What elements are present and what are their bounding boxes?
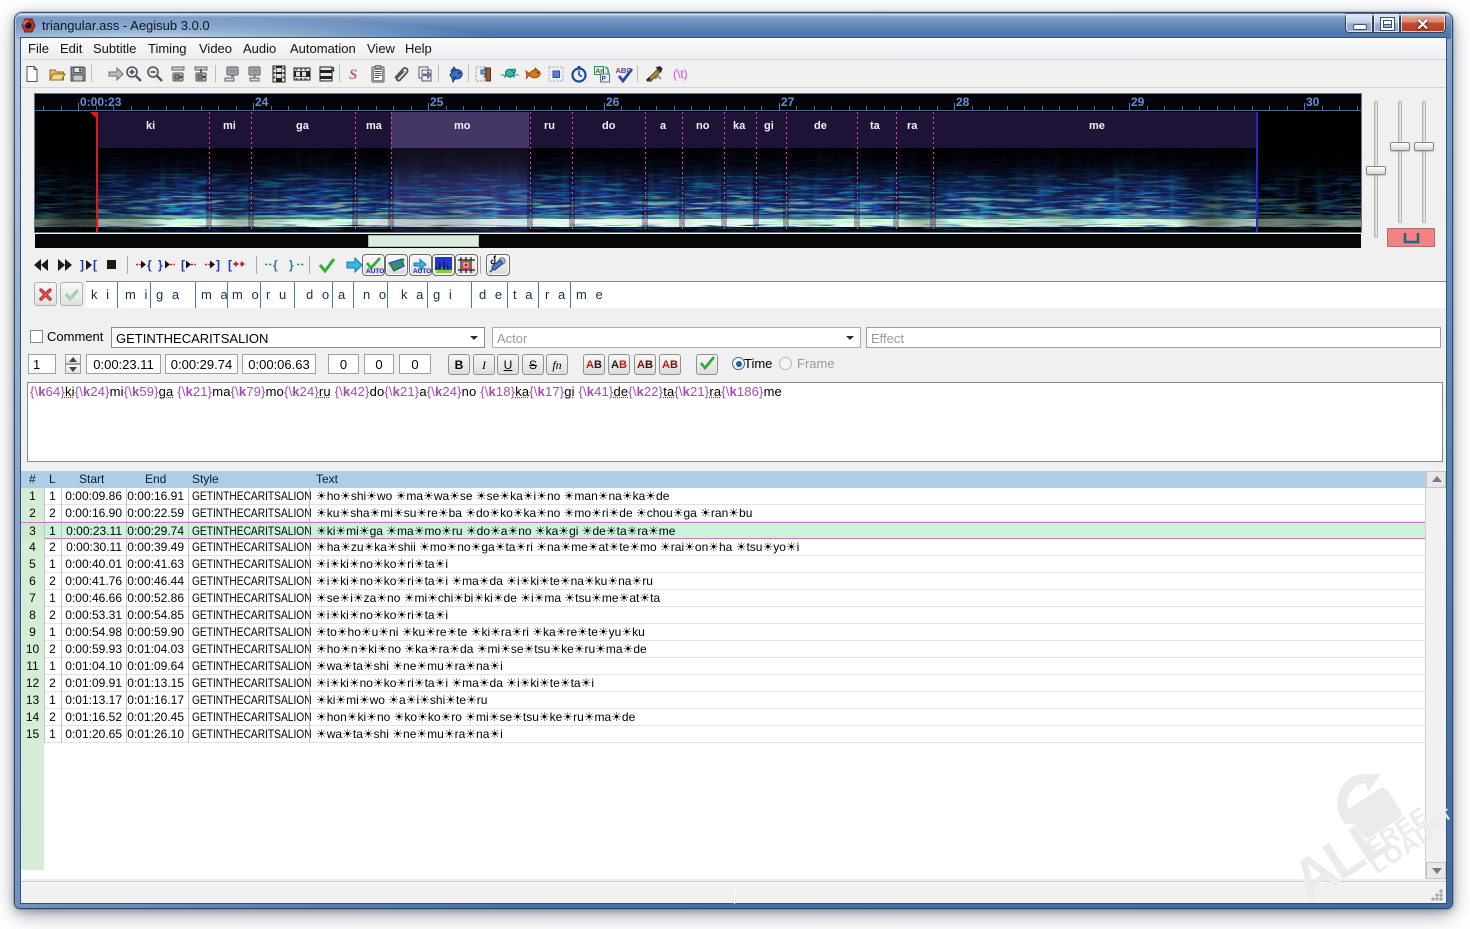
svg-text:}: } [289, 258, 294, 272]
svg-text:{: { [147, 258, 152, 272]
svg-text:[: [ [93, 258, 97, 272]
svg-text:[: [ [181, 258, 185, 272]
svg-text:}: } [158, 258, 163, 272]
svg-text:S: S [349, 67, 357, 83]
svg-text:AUTO: AUTO [413, 268, 431, 275]
svg-text:{: { [273, 258, 278, 272]
svg-text:[: [ [228, 258, 232, 272]
svg-text:AUTO: AUTO [366, 268, 384, 275]
svg-text:]: ] [216, 258, 220, 272]
svg-text:(\t): (\t) [673, 67, 688, 81]
svg-text:P: P [602, 76, 607, 83]
svg-text:4: 4 [331, 67, 335, 74]
svg-text:]: ] [80, 258, 84, 272]
